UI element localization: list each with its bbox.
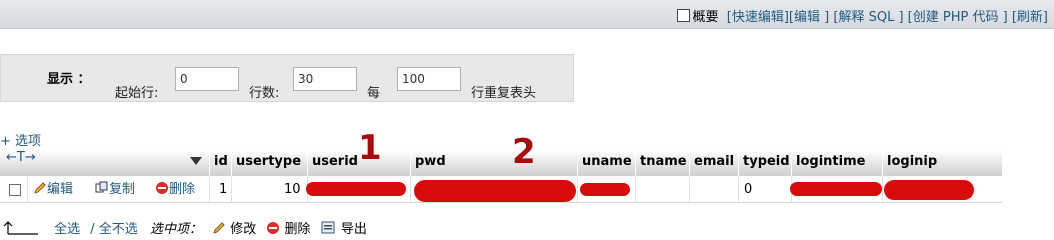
col-header-usertype[interactable]: usertype	[231, 150, 307, 176]
row-checkbox[interactable]	[9, 184, 21, 196]
redaction-uname	[580, 183, 630, 196]
col-header-tname[interactable]: tname	[635, 150, 689, 176]
col-header-uname[interactable]: uname	[577, 150, 635, 176]
copy-icon	[95, 181, 108, 193]
select-all-link[interactable]: 全选	[54, 222, 80, 237]
col-header-logintime[interactable]: logintime	[791, 150, 882, 176]
explain-sql-link[interactable]: 解释 SQL	[838, 10, 894, 25]
export-icon	[321, 221, 335, 234]
row-count-input[interactable]	[293, 67, 357, 91]
bottom-actions: 全选 / 全不选 选中项： 修改 删除 导出	[0, 218, 367, 237]
row-delete-link[interactable]: 删除	[169, 182, 195, 197]
redaction-loginip	[884, 180, 974, 200]
edit-link[interactable]: 编辑	[794, 10, 820, 25]
table-header: ←T→ id usertype userid pwd uname tname e…	[0, 150, 1002, 176]
redaction-pwd	[414, 180, 576, 202]
row-edit-action[interactable]: 编辑	[33, 177, 73, 202]
repeat-header-label: 行重复表头	[471, 86, 537, 101]
summary-checkbox[interactable]	[677, 9, 691, 22]
column-toggle-arrows-icon[interactable]: ←T→	[6, 150, 36, 165]
top-toolbar: 概要 [快速编辑][编辑 ] [解释 SQL ] [创建 PHP 代码 ] [刷…	[0, 0, 1054, 29]
col-header-pwd[interactable]: pwd	[410, 150, 577, 176]
col-header-loginip[interactable]: loginip	[882, 150, 1002, 176]
delete-icon	[156, 182, 168, 194]
options-link[interactable]: + 选项	[0, 130, 41, 149]
selected-items-label: 选中项：	[149, 222, 202, 237]
col-header-id[interactable]: id	[209, 150, 231, 176]
pencil-icon	[34, 182, 46, 194]
cell-typeid: 0	[744, 182, 753, 197]
pencil-icon	[213, 222, 225, 234]
repeat-header-input[interactable]	[397, 67, 461, 91]
cell-usertype: 10	[284, 182, 301, 197]
bulk-delete-button[interactable]: 删除	[285, 222, 311, 237]
start-row-label: 起始行:	[115, 86, 159, 101]
display-options-panel: 显示 ： 起始行: 行数: 每 行重复表头	[0, 54, 574, 102]
row-copy-action[interactable]: 复制	[95, 177, 135, 202]
col-header-typeid[interactable]: typeid	[738, 150, 791, 176]
summary-label: 概要	[692, 10, 719, 25]
row-count-label: 行数:	[249, 86, 280, 101]
row-edit-link[interactable]: 编辑	[47, 182, 73, 197]
deselect-all-link[interactable]: / 全不选	[90, 222, 138, 237]
quick-edit-link[interactable]: 快速编辑	[732, 10, 784, 25]
bulk-export-button[interactable]: 导出	[341, 222, 367, 237]
row-delete-action[interactable]: 删除	[155, 177, 195, 202]
redaction-userid	[306, 182, 406, 196]
row-copy-link[interactable]: 复制	[109, 182, 135, 197]
delete-icon	[267, 222, 280, 234]
annotation-number-1: 1	[358, 128, 382, 168]
bulk-edit-button[interactable]: 修改	[230, 222, 256, 237]
select-arrow-icon	[3, 221, 38, 235]
toolbar-links: 概要 [快速编辑][编辑 ] [解释 SQL ] [创建 PHP 代码 ] [刷…	[677, 6, 1048, 25]
chevron-down-icon[interactable]	[190, 157, 202, 165]
annotation-number-2: 2	[512, 132, 536, 172]
redaction-logintime	[790, 182, 882, 196]
display-label: 显示 ：	[47, 72, 91, 87]
start-row-input[interactable]	[175, 67, 239, 91]
every-label: 每	[367, 86, 381, 101]
refresh-link[interactable]: 刷新	[1017, 10, 1043, 25]
cell-id: 1	[219, 182, 228, 197]
create-php-link[interactable]: 创建 PHP 代码	[913, 10, 999, 25]
col-header-email[interactable]: email	[689, 150, 738, 176]
